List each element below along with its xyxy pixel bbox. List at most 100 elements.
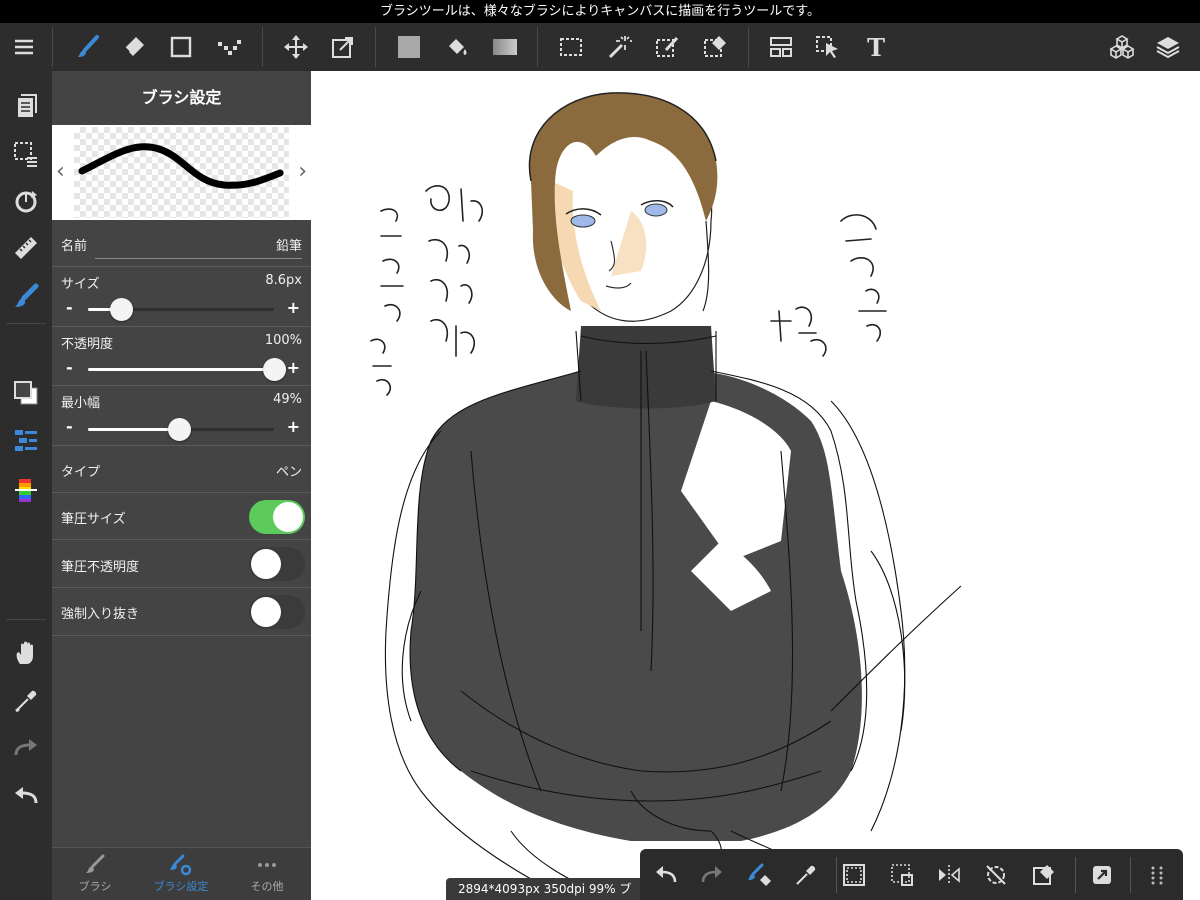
redo-icon[interactable] <box>10 732 42 764</box>
brush-settings-panel: ブラシ設定 ‹ › 名前 鉛筆 サイズ 8.6px - + 不透明度 100% … <box>52 71 311 900</box>
toggle-knob <box>273 502 303 532</box>
quick-rotate-reset-icon[interactable] <box>980 859 1012 891</box>
select-pen-icon[interactable] <box>651 31 683 63</box>
name-value[interactable]: 鉛筆 <box>276 235 302 254</box>
size-label: サイズ <box>61 277 100 292</box>
pressure-opacity-label: 筆圧不透明度 <box>61 560 140 575</box>
tab-other-label: その他 <box>250 880 284 893</box>
opacity-value: 100% <box>264 333 302 348</box>
fill-color-icon[interactable] <box>393 31 425 63</box>
quick-fill-select-icon[interactable] <box>1028 859 1060 891</box>
quick-transform-select-icon[interactable] <box>886 859 918 891</box>
tool-hint-bar: ブラシツールは、様々なブラシによりキャンバスに描画を行うツールです。 <box>0 0 1200 23</box>
pressure-size-row: 筆圧サイズ <box>52 493 311 540</box>
layers-icon[interactable] <box>1152 31 1184 63</box>
opacity-slider-knob[interactable] <box>263 358 286 381</box>
quick-eyedropper-icon[interactable] <box>790 859 822 891</box>
color-swatch-icon[interactable] <box>10 377 42 409</box>
min-width-value: 49% <box>273 392 302 407</box>
type-row[interactable]: タイプ ペン <box>52 446 311 493</box>
size-minus-button[interactable]: - <box>66 298 73 317</box>
opacity-plus-button[interactable]: + <box>287 358 300 377</box>
size-slider[interactable] <box>88 298 274 321</box>
hand-icon[interactable] <box>10 637 42 669</box>
opacity-slider-fill <box>88 368 274 371</box>
opacity-minus-button[interactable]: - <box>66 358 73 377</box>
quick-select-all-icon[interactable] <box>838 859 870 891</box>
toolbar-divider <box>52 27 53 67</box>
object-select-icon[interactable] <box>812 31 844 63</box>
more-dots-icon <box>258 863 276 867</box>
quick-undo-icon[interactable] <box>650 859 682 891</box>
preview-next-arrow[interactable]: › <box>298 159 307 184</box>
name-label: 名前 <box>61 239 88 254</box>
drawing-canvas[interactable] <box>311 71 1200 900</box>
brush-active-icon[interactable] <box>10 280 42 312</box>
min-width-slider-fill <box>88 428 180 431</box>
magic-wand-icon[interactable] <box>603 31 635 63</box>
layer-list-icon[interactable] <box>10 425 42 457</box>
page-icon[interactable] <box>10 90 42 122</box>
name-underline <box>95 258 302 259</box>
menu-icon[interactable] <box>8 31 40 63</box>
size-plus-button[interactable]: + <box>287 298 300 317</box>
canvas-status-bar: 2894*4093px 350dpi 99% ブ <box>446 878 656 900</box>
dot-tool-icon[interactable] <box>213 31 245 63</box>
select-rect-icon[interactable] <box>555 31 587 63</box>
app-window: ブラシツールは、様々なブラシによりキャンバスに描画を行うツールです。 T ブラシ… <box>0 0 1200 900</box>
forced-taper-toggle[interactable] <box>249 595 305 629</box>
quick-redo-icon[interactable] <box>696 859 728 891</box>
eraser-icon[interactable] <box>118 31 150 63</box>
type-value[interactable]: ペン <box>276 461 302 480</box>
forced-taper-label: 強制入り抜き <box>61 607 140 622</box>
quick-brush-eraser-icon[interactable] <box>744 859 776 891</box>
bucket-icon[interactable] <box>441 31 473 63</box>
selection-icon[interactable] <box>10 138 42 170</box>
min-width-row: 最小幅 49% - + <box>52 386 311 446</box>
select-eraser-icon[interactable] <box>699 31 731 63</box>
quick-flip-icon[interactable] <box>933 859 965 891</box>
quick-divider <box>1130 857 1131 893</box>
layer-move-icon[interactable] <box>765 31 797 63</box>
color-picker-icon[interactable] <box>10 474 42 506</box>
opacity-slider[interactable] <box>88 358 286 381</box>
size-row: サイズ 8.6px - + <box>52 267 311 327</box>
ruler-icon[interactable] <box>10 232 42 264</box>
rectangle-icon[interactable] <box>165 31 197 63</box>
pressure-size-toggle[interactable] <box>249 500 305 534</box>
text-icon[interactable]: T <box>860 31 892 63</box>
min-width-slider-knob[interactable] <box>168 418 192 441</box>
min-width-slider[interactable] <box>88 418 274 441</box>
min-width-label: 最小幅 <box>61 396 101 411</box>
name-row[interactable]: 名前 鉛筆 <box>52 220 311 267</box>
size-value: 8.6px <box>265 273 302 288</box>
min-width-plus-button[interactable]: + <box>287 417 300 436</box>
tab-brush-label: ブラシ <box>78 880 112 893</box>
transform-icon[interactable] <box>327 31 359 63</box>
panel-title: ブラシ設定 <box>141 88 222 107</box>
move-icon[interactable] <box>280 31 312 63</box>
tab-brush[interactable]: ブラシ <box>52 848 138 900</box>
undo-icon[interactable] <box>10 780 42 812</box>
toolbar-divider <box>537 27 538 67</box>
toolbar-divider <box>375 27 376 67</box>
toolbar-divider <box>748 27 749 67</box>
quick-grid-dots-icon[interactable] <box>1141 859 1173 891</box>
quick-export-icon[interactable] <box>1086 859 1118 891</box>
eyedropper-icon[interactable] <box>10 685 42 717</box>
rotate-icon[interactable] <box>10 186 42 218</box>
3d-cube-icon[interactable] <box>1106 31 1138 63</box>
preview-prev-arrow[interactable]: ‹ <box>56 159 65 184</box>
min-width-minus-button[interactable]: - <box>66 417 73 436</box>
pressure-opacity-toggle[interactable] <box>249 547 305 581</box>
brush-icon[interactable] <box>72 31 104 63</box>
panel-tab-bar: ブラシ ブラシ設定 その他 <box>52 847 311 900</box>
forced-taper-row: 強制入り抜き <box>52 588 311 636</box>
quick-divider <box>836 857 837 893</box>
tab-brush-settings[interactable]: ブラシ設定 <box>138 848 224 900</box>
tab-brush-settings-label: ブラシ設定 <box>153 880 209 893</box>
tab-other[interactable]: その他 <box>224 848 310 900</box>
rail-divider <box>6 323 46 324</box>
gradient-icon[interactable] <box>489 31 521 63</box>
size-slider-knob[interactable] <box>110 298 134 321</box>
